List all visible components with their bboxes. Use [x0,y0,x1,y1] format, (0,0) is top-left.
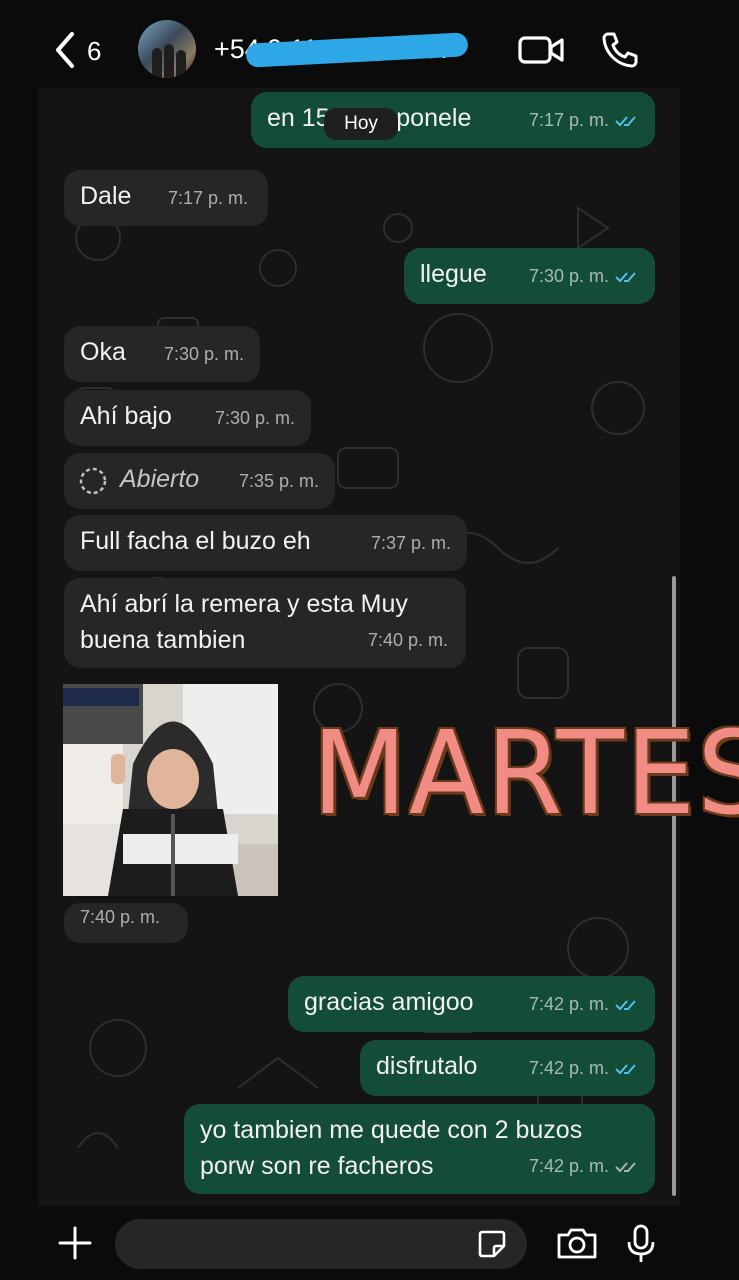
message-text: Full facha el buzo eh [80,527,311,555]
double-check-icon [615,1000,636,1011]
message-in[interactable]: Ahí bajo 7:30 p. m. [64,390,311,446]
message-text-line1: yo tambien me quede con 2 buzos [200,1116,583,1144]
martes-overlay-text: MARTES [312,705,739,841]
plus-icon[interactable] [58,1226,92,1260]
avatar[interactable] [138,20,196,78]
message-time: 7:17 p. m. [529,102,641,138]
message-time: 7:35 p. m. [238,471,319,491]
microphone-icon[interactable] [626,1224,656,1264]
message-time: 7:40 p. m. [80,907,161,927]
sticker-icon[interactable] [476,1228,508,1260]
message-time: 7:30 p. m. [163,344,244,364]
view-once-icon [79,467,107,495]
message-text: disfrutalo [376,1052,478,1080]
message-text: gracias amigoo [304,988,474,1016]
phone-icon[interactable] [600,30,640,70]
video-icon[interactable] [518,30,564,70]
message-time: 7:30 p. m. [529,258,641,294]
message-in[interactable]: Oka 7:30 p. m. [64,326,260,382]
message-time: 7:40 p. m. [367,630,448,650]
message-time: 7:37 p. m. [370,533,451,553]
chat-header: 6 +54 9 11 3082 6967 [0,0,739,92]
double-check-icon [615,1162,636,1173]
scrollbar[interactable] [672,576,676,1196]
camera-icon[interactable] [556,1226,598,1260]
message-out[interactable]: en 15 llego ponele 7:17 p. m. [251,92,655,148]
message-text: Dale [80,182,132,210]
message-in-view-once[interactable]: Abierto 7:35 p. m. [64,453,335,509]
message-out[interactable]: disfrutalo 7:42 p. m. [360,1040,655,1096]
photo-time-chip: 7:40 p. m. [64,903,188,943]
message-text-line2: porw son re facheros [200,1152,434,1180]
message-text: Oka [80,338,126,366]
date-chip: Hoy [324,108,398,140]
message-text: Ahí bajo [80,402,172,430]
message-time: 7:17 p. m. [167,188,248,208]
message-in[interactable]: Ahí abrí la remera y esta Muy buena tamb… [64,578,466,668]
unread-count[interactable]: 6 [87,36,101,67]
message-out[interactable]: yo tambien me quede con 2 buzos porw son… [184,1104,655,1194]
message-text-line2: buena tambien [80,626,246,654]
photo-image [63,684,278,896]
photo-attachment[interactable] [63,684,278,896]
message-text: Abierto [120,465,200,493]
message-input[interactable] [115,1219,527,1269]
message-time: 7:42 p. m. [529,1050,641,1086]
message-time: 7:42 p. m. [529,1148,641,1184]
double-check-icon [615,116,636,127]
message-out[interactable]: llegue 7:30 p. m. [404,248,655,304]
message-text-line1: Ahí abrí la remera y esta Muy [80,590,408,618]
message-time: 7:42 p. m. [529,986,641,1022]
message-time: 7:30 p. m. [214,408,295,428]
double-check-icon [615,272,636,283]
message-text: llegue [420,260,487,288]
message-out[interactable]: gracias amigoo 7:42 p. m. [288,976,655,1032]
message-in[interactable]: Full facha el buzo eh 7:37 p. m. [64,515,467,571]
message-in[interactable]: Dale 7:17 p. m. [64,170,268,226]
double-check-icon [615,1064,636,1075]
chevron-left-icon[interactable] [50,30,90,70]
